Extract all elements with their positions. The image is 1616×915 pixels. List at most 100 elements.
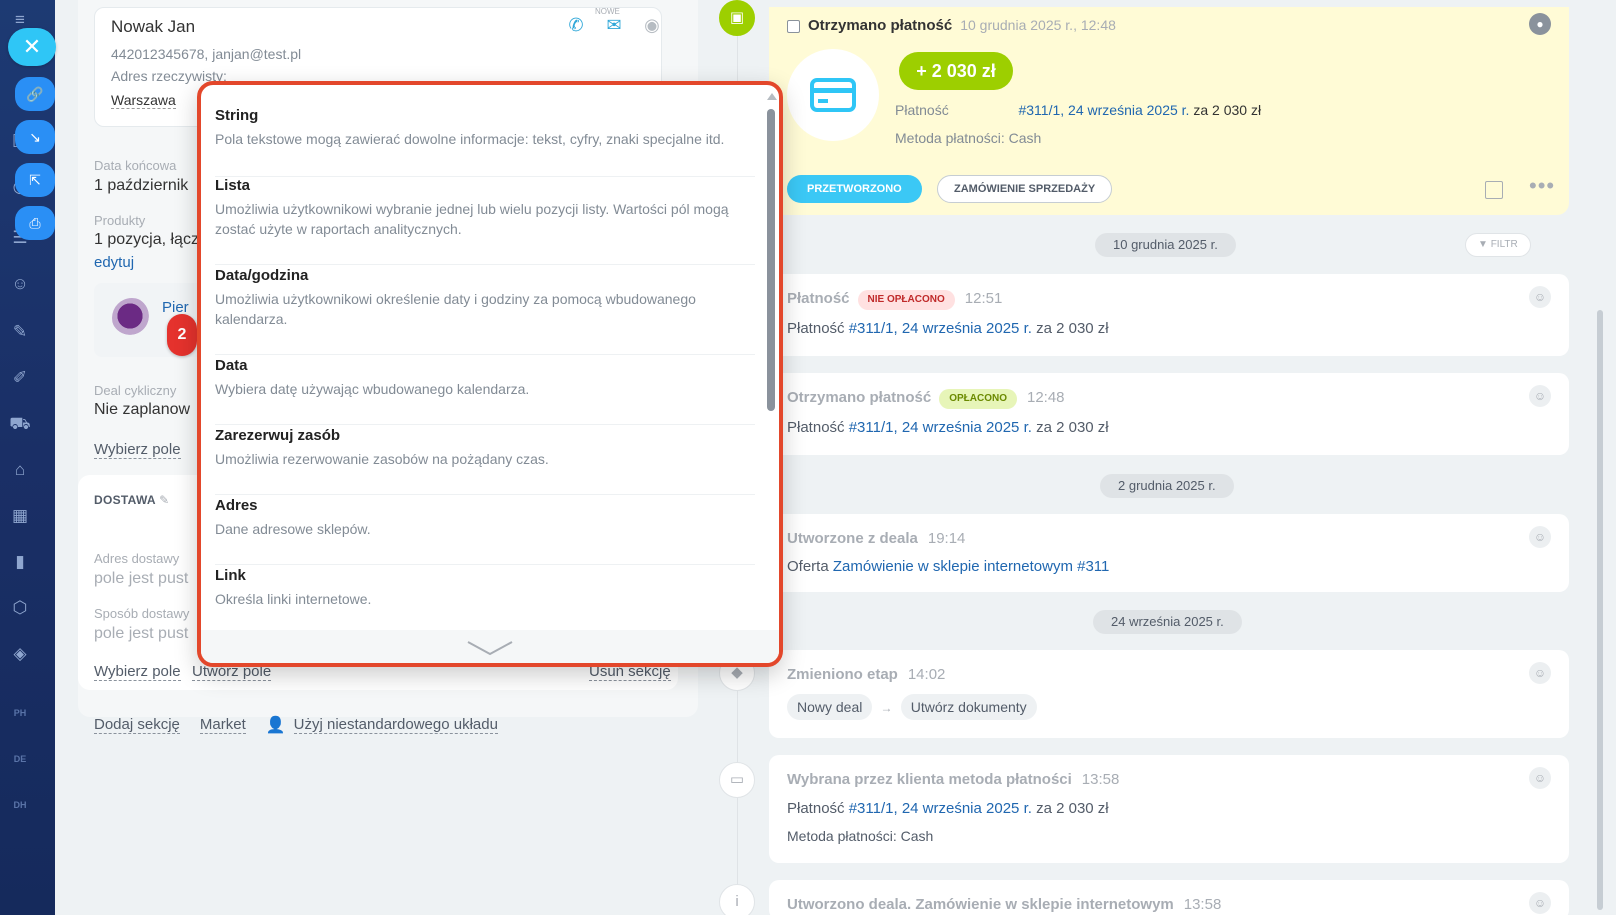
open-external-button[interactable]: ⇱ (15, 163, 55, 197)
entry-body: Płatność #311/1, 24 września 2025 r. za … (787, 419, 1109, 436)
item-desc: Umożliwia użytkownikowi określenie daty … (215, 291, 696, 327)
robot-icon[interactable]: ☺ (8, 272, 32, 296)
market-link[interactable]: Market (199, 716, 246, 734)
products-value: 1 pozycja, łącz (94, 231, 199, 248)
field-type-link[interactable]: Link Określa linki internetowe. (215, 567, 755, 633)
dropdown-scrollbar[interactable] (767, 93, 777, 639)
product-image (112, 298, 152, 338)
item-title: String (215, 107, 259, 124)
info-icon: i (719, 884, 755, 915)
payment-card-title: Otrzymano płatność (808, 17, 953, 34)
delivery-select-field[interactable]: Wybierz pole (94, 663, 181, 681)
mail-icon[interactable]: ✉ (603, 14, 625, 36)
edit-icon[interactable]: ✎ (8, 320, 32, 344)
show-more-button[interactable] (201, 630, 779, 663)
user-icon[interactable]: ● (1529, 13, 1551, 35)
sidebar-badge-ph[interactable]: PH (8, 708, 32, 718)
sidebar-badge-dh[interactable]: DH (8, 800, 32, 810)
copy-link-button[interactable]: 🔗 (15, 77, 55, 111)
avatar[interactable]: ☺ (1529, 385, 1551, 407)
close-button[interactable]: ✕ (8, 28, 56, 66)
link-icon: 🔗 (26, 86, 44, 102)
payment-checkbox[interactable] (787, 19, 800, 33)
end-date-value[interactable]: 1 październik (94, 177, 188, 195)
avatar[interactable]: ☺ (1529, 286, 1551, 308)
wallet-icon: ▣ (719, 0, 755, 36)
delivery-method-label: Sposób dostawy (94, 606, 190, 621)
timeline-entry: Zmieniono etap 14:02 ☺ Nowy deal → Utwórz… (769, 650, 1569, 738)
download-icon: ↘ (29, 129, 41, 145)
entry-link[interactable]: #311/1, 24 września 2025 r. (849, 320, 1032, 337)
entry-title: Zmieniono etap 14:02 (787, 666, 946, 683)
item-desc: Umożliwia użytkownikowi wybranie jednej … (215, 201, 729, 237)
shield-icon[interactable]: ⬡ (8, 596, 32, 620)
field-type-list[interactable]: Lista Umożliwia użytkownikowi wybranie j… (215, 177, 755, 265)
timeline-entry: Utworzono deala. Zamówienie w sklepie in… (769, 880, 1569, 915)
warehouse-icon[interactable]: ⌂ (8, 458, 32, 482)
date-separator: 2 grudnia 2025 r. (1100, 474, 1234, 498)
doc-edit-icon[interactable]: ✐ (8, 366, 32, 390)
stage-to: Utwórz dokumenty (900, 694, 1037, 720)
entry-link[interactable]: Zamówienie w sklepie internetowym #311 (833, 558, 1110, 575)
edit-products-link[interactable]: edytuj (94, 254, 134, 271)
end-date-label: Data końcowa (94, 158, 177, 173)
item-desc: Wybiera datę używając wbudowanego kalend… (215, 381, 530, 397)
avatar[interactable]: ☺ (1529, 892, 1551, 914)
cart-icon[interactable]: ⛟ (8, 412, 32, 436)
step-badge: 2 (167, 314, 197, 356)
bottom-links: Dodaj sekcję Market 👤 Użyj niestandardow… (94, 715, 498, 735)
entry-title: Otrzymano płatność OPŁACONO 12:48 (787, 389, 1065, 409)
scroll-up-icon[interactable] (767, 93, 777, 100)
more-icon[interactable]: ••• (1529, 173, 1555, 199)
entry-link[interactable]: #311/1, 24 września 2025 r. (849, 800, 1032, 817)
select-field-link[interactable]: Wybierz pole (94, 441, 181, 459)
item-title: Adres (215, 497, 258, 514)
entry-body: Płatność #311/1, 24 września 2025 r. za … (787, 320, 1109, 337)
pencil-icon[interactable]: ✎ (159, 493, 169, 507)
filter-button[interactable]: ▼ FILTR (1465, 233, 1531, 257)
client-name[interactable]: Nowak Jan (111, 17, 195, 37)
field-type-date[interactable]: Data Wybiera datę używając wbudowanego k… (215, 357, 755, 425)
item-desc: Pola tekstowe mogą zawierać dowolne info… (215, 131, 725, 147)
processed-button[interactable]: PRZETWORZONO (787, 175, 922, 203)
field-type-datetime[interactable]: Data/godzina Umożliwia użytkownikowi okr… (215, 267, 755, 355)
field-type-address[interactable]: Adres Dane adresowe sklepów. (215, 497, 755, 565)
note-icon[interactable] (1485, 181, 1503, 199)
field-type-resource[interactable]: Zarezerwuj zasób Umożliwia rezerwowanie … (215, 427, 755, 495)
status-badge: OPŁACONO (939, 389, 1017, 409)
amount-badge: + 2 030 zł (899, 52, 1013, 90)
delivery-address-value[interactable]: pole jest pust (94, 570, 188, 588)
page-scrollbar[interactable] (1597, 310, 1603, 910)
entry-title: Utworzone z deala 19:14 (787, 530, 966, 547)
card-icon: ▭ (719, 762, 755, 798)
date-separator: 10 grudnia 2025 r. (1095, 233, 1236, 257)
sales-order-button[interactable]: ZAMÓWIENIE SPRZEDAŻY (937, 175, 1113, 203)
arrow-icon: → (880, 701, 893, 715)
avatar[interactable]: ☺ (1529, 662, 1551, 684)
payment-card-header: Otrzymano płatność 10 grudnia 2025 r., 12… (787, 17, 1116, 34)
open-icon: ⇱ (29, 172, 41, 188)
custom-layout-link[interactable]: Użyj niestandardowego układu (293, 716, 498, 734)
field-type-string[interactable]: String Pola tekstowe mogą zawierać dowol… (215, 107, 755, 177)
add-section-link[interactable]: Dodaj sekcję (94, 716, 180, 734)
entry-link[interactable]: #311/1, 24 września 2025 r. (849, 419, 1032, 436)
payment-card-date: 10 grudnia 2025 r., 12:48 (960, 17, 1116, 33)
client-city[interactable]: Warszawa (111, 92, 176, 109)
scroll-thumb[interactable] (767, 109, 775, 411)
avatar[interactable]: ☺ (1529, 767, 1551, 789)
download-button[interactable]: ↘ (15, 120, 55, 154)
chat-icon[interactable]: ◉ (641, 14, 663, 36)
sidebar-badge-de[interactable]: DE (8, 754, 32, 764)
close-icon: ✕ (22, 34, 42, 59)
delivery-address-label: Adres dostawy (94, 551, 180, 566)
payment-link[interactable]: #311/1, 24 września 2025 r. (1018, 102, 1189, 118)
entry-body: Płatność #311/1, 24 września 2025 r. za … (787, 800, 1109, 817)
calendar-icon[interactable]: ▦ (8, 504, 32, 528)
stage-from: Nowy deal (787, 694, 873, 720)
box-icon[interactable]: ◈ (8, 642, 32, 666)
chart-icon[interactable]: ▮ (8, 550, 32, 574)
delivery-method-value[interactable]: pole jest pust (94, 625, 188, 643)
print-button[interactable]: ⎙ (15, 206, 55, 240)
avatar[interactable]: ☺ (1529, 526, 1551, 548)
phone-icon[interactable]: ✆ (565, 14, 587, 36)
